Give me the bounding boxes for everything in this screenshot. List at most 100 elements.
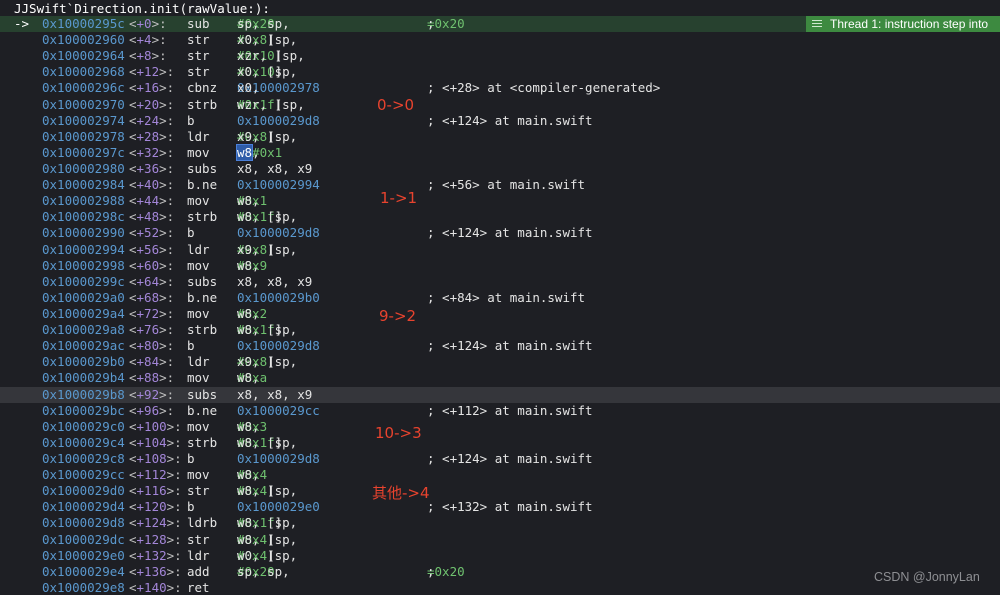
operands: w8, [sp, #0x4] [237,532,297,548]
instruction-row[interactable]: 0x1000029c8 <+108>: b 0x1000029d8 ; <+124> a… [0,451,1000,467]
instruction-offset: <+84>: [129,354,175,370]
mnemonic: b.ne [187,177,218,193]
program-counter-arrow: -> [14,16,30,31]
instruction-offset: <+128>: [129,531,182,547]
mnemonic: b [187,225,195,241]
instruction-row[interactable]: 0x1000029bc <+96>: b.ne 0x1000029cc ; <+112>… [0,403,1000,419]
offset-value: +136 [136,563,167,579]
offset-value: +124 [136,515,167,531]
branch-target: 0x100002994 [237,177,320,193]
operand-text: ] [274,96,283,112]
instruction-row[interactable]: 0x100002990 <+52>: b 0x1000029d8 ; <+124> at… [0,225,1000,241]
branch-target: 0x1000029d8 [237,338,320,354]
instruction-address: 0x100002968 [42,64,125,80]
instruction-row[interactable]: 0x100002970 <+20>: strb wzr, [sp, #0x1f] [0,97,1000,113]
instruction-row[interactable]: 0x100002980 <+36>: subs x8, x8, x9 [0,161,1000,177]
offset-value: +56 [136,241,160,257]
instruction-row[interactable]: 0x1000029d8 <+124>: ldrb w8, [sp, #0x1f] [0,515,1000,531]
instruction-row[interactable]: 0x100002984 <+40>: b.ne 0x100002994 ; <+56> … [0,177,1000,193]
instruction-offset: <+88>: [129,370,175,386]
instruction-row[interactable]: 0x10000299c <+64>: subs x8, x8, x9 [0,274,1000,290]
instruction-row[interactable]: 0x10000297c <+32>: mov w8, #0x1 [0,143,1000,161]
instruction-row[interactable]: 0x1000029c4 <+104>: strb w8, [sp, #0x1f] [0,435,1000,451]
instruction-row[interactable]: 0x1000029e0 <+132>: ldr w0, [sp, #0x4] [0,548,1000,564]
instruction-offset: <+108>: [129,450,182,466]
instruction-row[interactable]: 0x100002988 <+44>: mov w8, #0x1 [0,193,1000,209]
instruction-row[interactable]: 0x1000029cc <+112>: mov w8, #0x4 [0,467,1000,483]
offset-value: +132 [136,547,167,563]
mnemonic: strb [187,209,218,225]
instruction-offset: <+44>: [129,193,175,209]
operands: 0x1000029d8 [237,113,320,129]
instruction-row[interactable]: 0x100002964 <+8>: str xzr, [sp, #0x10] [0,48,1000,64]
instruction-row[interactable]: 0x1000029e8 <+140>: ret [0,580,1000,595]
instruction-row[interactable]: 0x100002960 <+4>: str x0, [sp, #0x8] [0,32,1000,48]
offset-value: +140 [136,579,167,595]
instruction-offset: <+116>: [129,483,182,499]
operands: w8, [sp, #0x1f] [237,515,297,531]
operand-text: w8, [237,305,268,321]
instruction-address: 0x1000029d0 [42,483,125,499]
instruction-row[interactable]: 0x1000029a0 <+68>: b.ne 0x1000029b0 ; <+84> … [0,290,1000,306]
mnemonic: mov [187,467,210,483]
operands: x0, 0x100002978 [237,80,320,96]
instruction-address: 0x1000029cc [42,467,125,483]
instruction-address: 0x1000029c8 [42,450,125,466]
operand-text: w8, [237,418,268,434]
instruction-row[interactable]: 0x1000029d4 <+120>: b 0x1000029e0 ; <+132> a… [0,499,1000,515]
annotation-1: 1->1 [380,189,418,207]
instruction-row[interactable]: 0x1000029e4 <+136>: add sp, sp, #0x20 ; =0x2… [0,564,1000,580]
instruction-row[interactable]: 0x100002968 <+12>: str x0, [sp, #0x10] [0,64,1000,80]
operands: sp, sp, #0x20 [237,16,290,32]
instruction-row[interactable]: 0x1000029d0 <+116>: str w8, [sp, #0x4] [0,483,1000,499]
mnemonic: mov [187,144,210,160]
operand-text: sp, sp, [237,16,298,31]
instruction-offset: <+100>: [129,418,182,434]
mnemonic: mov [187,370,210,386]
instruction-row[interactable]: 0x1000029ac <+80>: b 0x1000029d8 ; <+124> at… [0,338,1000,354]
instruction-address: 0x10000296c [42,80,125,96]
instruction-offset: <+68>: [129,289,175,305]
operands: 0x100002994 [237,177,320,193]
offset-value: +68 [136,289,160,305]
instruction-offset: <+64>: [129,273,175,289]
instruction-row[interactable]: 0x1000029b0 <+84>: ldr x9, [sp, #0x8] [0,354,1000,370]
offset-value: +16 [136,80,160,96]
instruction-address: 0x100002960 [42,32,125,48]
instruction-address: 0x1000029b0 [42,354,125,370]
instruction-row[interactable]: 0x1000029a8 <+76>: strb w8, [sp, #0x1f] [0,322,1000,338]
instruction-row[interactable]: 0x10000298c <+48>: strb w8, [sp, #0x1f] [0,209,1000,225]
instruction-row[interactable]: 0x1000029b4 <+88>: mov w8, #0xa [0,370,1000,386]
instruction-row[interactable]: 0x100002974 <+24>: b 0x1000029d8 ; <+124> at… [0,113,1000,129]
instruction-row[interactable]: 0x100002978 <+28>: ldr x9, [sp, #0x8] [0,129,1000,145]
selected-register[interactable]: w8 [235,143,254,161]
operands: x9, [sp, #0x8] [237,129,297,145]
offset-value: +52 [136,225,160,241]
operand-text: ] [267,547,275,563]
thread-status-badge[interactable]: Thread 1: instruction step into [806,16,1000,32]
instruction-offset: <+60>: [129,257,175,273]
offset-value: +40 [136,177,160,193]
instruction-address: 0x100002974 [42,112,125,128]
mnemonic: str [187,531,210,547]
instruction-offset: <+28>: [129,128,175,144]
instruction-row[interactable]: 0x10000296c <+16>: cbnz x0, 0x100002978 ; <+… [0,80,1000,96]
instruction-address: 0x1000029bc [42,402,125,418]
instruction-offset: <+112>: [129,467,182,483]
instruction-row[interactable]: 0x1000029dc <+128>: str w8, [sp, #0x4] [0,532,1000,548]
operand-text: w8, [sp, [237,209,305,225]
mnemonic: subs [187,386,218,402]
instruction-row[interactable]: 0x100002998 <+60>: mov w8, #0x9 [0,258,1000,274]
offset-value: +0 [136,16,152,31]
instruction-row[interactable]: 0x100002994 <+56>: ldr x9, [sp, #0x8] [0,242,1000,258]
instruction-address: 0x1000029b4 [42,370,125,386]
instruction-offset: <+132>: [129,547,182,563]
branch-target: 0x1000029d8 [237,450,320,466]
instruction-row[interactable]: 0x1000029c0 <+100>: mov w8, #0x3 [0,419,1000,435]
instruction-row[interactable]: 0x1000029a4 <+72>: mov w8, #0x2 [0,306,1000,322]
instruction-comment: ; =0x20 [427,16,465,32]
operand-text: w8, [sp, [237,434,305,450]
instruction-offset: <+24>: [129,112,175,128]
instruction-row[interactable]: 0x1000029b8 <+92>: subs x8, x8, x9 [0,386,1000,403]
instruction-offset: <+140>: [129,579,182,595]
